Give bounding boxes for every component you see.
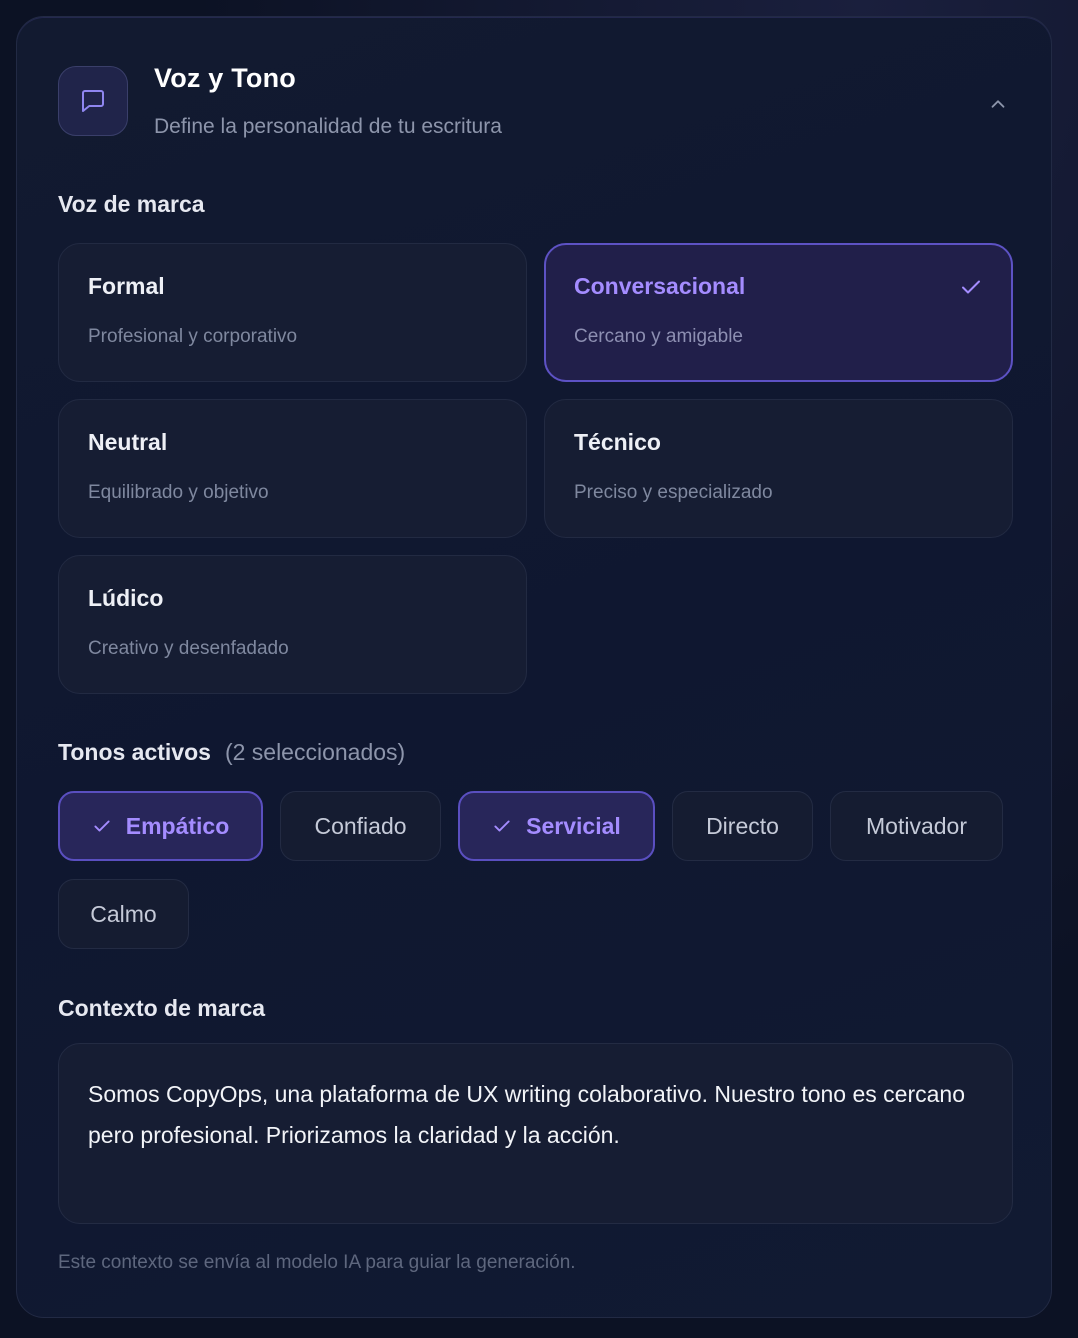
tone-chip-servicial[interactable]: Servicial — [458, 791, 655, 861]
voice-option-title: Neutral — [88, 429, 168, 455]
voice-option-title: Lúdico — [88, 585, 164, 611]
brand-voice-label: Voz de marca — [58, 191, 205, 217]
tone-chip-label: Directo — [706, 812, 779, 839]
voice-option-conversacional[interactable]: Conversacional Cercano y amigable — [544, 243, 1013, 382]
brand-context-label: Contexto de marca — [58, 995, 266, 1021]
voice-tone-panel: Voz y Tono Define la personalidad de tu … — [16, 16, 1052, 1318]
voice-option-description: Profesional y corporativo — [88, 326, 298, 347]
tone-chip-motivador[interactable]: Motivador — [830, 791, 1003, 861]
brand-context-textarea[interactable]: Somos CopyOps, una plataforma de UX writ… — [58, 1043, 1013, 1224]
voice-option-title: Técnico — [574, 429, 661, 455]
active-tones-label: Tonos activos (2 seleccionados) — [58, 739, 405, 766]
voice-option-title: Conversacional — [574, 273, 746, 299]
voice-option-description: Preciso y especializado — [574, 482, 773, 503]
active-tones-count: (2 seleccionados) — [224, 739, 406, 765]
collapse-button[interactable] — [983, 89, 1013, 119]
tone-chip-label: Calmo — [90, 900, 157, 927]
page: Voz y Tono Define la personalidad de tu … — [0, 0, 1078, 1338]
panel-title: Voz y Tono — [154, 63, 296, 93]
voice-option-description: Creativo y desenfadado — [88, 638, 289, 659]
check-icon — [492, 816, 512, 836]
voice-option-formal[interactable]: Formal Profesional y corporativo — [58, 243, 527, 382]
tone-chip-label: Confiado — [314, 812, 407, 839]
check-icon — [92, 816, 112, 836]
voice-option-description: Cercano y amigable — [574, 326, 743, 347]
panel-subtitle: Define la personalidad de tu escritura — [154, 115, 502, 138]
tone-chip-empatico[interactable]: Empático — [58, 791, 263, 861]
context-hint: Este contexto se envía al modelo IA para… — [58, 1252, 576, 1273]
tone-chip-directo[interactable]: Directo — [672, 791, 813, 861]
voice-option-title: Formal — [88, 273, 165, 299]
voice-option-tecnico[interactable]: Técnico Preciso y especializado — [544, 399, 1013, 538]
tone-chip-calmo[interactable]: Calmo — [58, 879, 189, 949]
chevron-up-icon — [991, 100, 1005, 108]
tone-chip-label: Motivador — [866, 812, 967, 839]
voice-option-description: Equilibrado y objetivo — [88, 482, 269, 503]
chat-bubble-icon — [58, 66, 128, 136]
tone-chip-label: Empático — [125, 812, 230, 839]
voice-option-ludico[interactable]: Lúdico Creativo y desenfadado — [58, 555, 527, 694]
tone-chip-label: Servicial — [526, 812, 621, 839]
voice-option-neutral[interactable]: Neutral Equilibrado y objetivo — [58, 399, 527, 538]
active-tones-title: Tonos activos — [58, 739, 211, 765]
tone-chip-confiado[interactable]: Confiado — [280, 791, 441, 861]
check-icon — [959, 275, 983, 304]
